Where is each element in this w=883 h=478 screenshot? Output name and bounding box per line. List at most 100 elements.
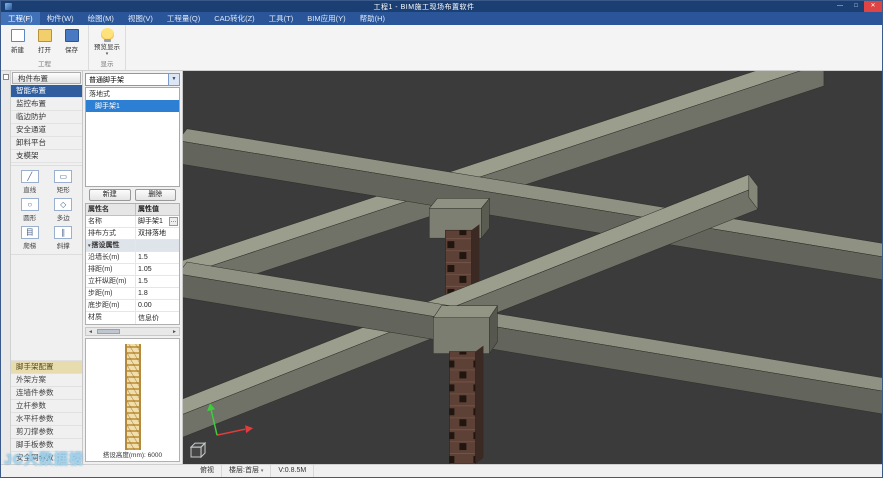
- prop-value[interactable]: 1.5: [136, 276, 179, 287]
- app-window: 工程1 - BIM施工现场布置软件 — □ ✕ 工程(F) 构件(W) 绘图(M…: [0, 0, 883, 478]
- app-icon: [5, 3, 12, 10]
- prop-value: [136, 240, 179, 251]
- sidebar-item-unloading-platform[interactable]: 卸料平台: [11, 137, 82, 150]
- table-row: 立杆纵距(m) 1.5: [86, 276, 179, 288]
- tool-ladder[interactable]: 目 爬梯: [13, 226, 47, 250]
- menu-tab-cad[interactable]: CAD转化(Z): [207, 12, 261, 25]
- prop-group-text: 搭设属性: [91, 242, 120, 249]
- table-row: 步距(m) 1.8: [86, 288, 179, 300]
- tool-brace[interactable]: ∥ 斜撑: [47, 226, 81, 250]
- ribbon: 新建 打开 保存 工程 预览显示 ▾ 显示: [1, 25, 882, 71]
- scaffold-preview-image: [124, 344, 141, 450]
- delete-item-button[interactable]: 删除: [134, 189, 176, 201]
- view-cube-icon[interactable]: [189, 441, 207, 459]
- tool-line[interactable]: ╱ 直线: [13, 170, 47, 194]
- scaffold-type-combo[interactable]: 普通脚手架 ▼: [85, 73, 180, 86]
- scaffold-preview: 搭设高度(mm): 6000: [85, 338, 180, 462]
- prop-value[interactable]: 信息价: [136, 312, 179, 324]
- list-item-scaffold1[interactable]: 脚手架1: [86, 100, 179, 112]
- prop-value[interactable]: 1.5: [136, 252, 179, 263]
- menu-tab-bim[interactable]: BIM应用(Y): [300, 12, 352, 25]
- prop-value-text: 脚手架1: [138, 218, 163, 225]
- prop-name: 排布方式: [86, 228, 136, 239]
- sidebar-item-layout[interactable]: 构件布置: [12, 72, 81, 84]
- scrollbar-thumb[interactable]: [97, 329, 120, 334]
- table-row: 排布方式 双排落地: [86, 228, 179, 240]
- window-title: 工程1 - BIM施工现场布置软件: [373, 3, 475, 11]
- menu-tab-view[interactable]: 视图(V): [121, 12, 160, 25]
- main-area: 构件布置 智能布置 监控布置 临边防护 安全通道 卸料平台 支模架 ╱ 直线 ▭…: [1, 71, 882, 464]
- save-button-label: 保存: [65, 47, 78, 54]
- menu-tab-draw[interactable]: 绘图(M): [81, 12, 121, 25]
- viewport-3d[interactable]: [183, 71, 882, 464]
- scrollbar-track[interactable]: [95, 328, 170, 335]
- scaffold-list: 落地式 脚手架1: [85, 87, 180, 187]
- param-item-cross-brace[interactable]: 剪刀撑参数: [11, 425, 82, 438]
- table-group-row[interactable]: ▾搭设属性: [86, 240, 179, 252]
- rectangle-icon: ▭: [54, 170, 73, 183]
- menu-tab-tools[interactable]: 工具(T): [262, 12, 301, 25]
- list-group-label: 落地式: [89, 91, 110, 98]
- prop-value[interactable]: 1.8: [136, 288, 179, 299]
- tool-rectangle[interactable]: ▭ 矩形: [47, 170, 81, 194]
- brace-icon: ∥: [54, 226, 73, 239]
- sidebar-item-smart-layout[interactable]: 智能布置: [11, 85, 82, 98]
- tool-polygon[interactable]: ◇ 多边: [47, 198, 81, 222]
- param-item-safety-net[interactable]: 安全网参数: [11, 451, 82, 464]
- line-icon: ╱: [20, 170, 39, 183]
- new-item-button[interactable]: 新建: [89, 189, 131, 201]
- collapsed-panel-strip[interactable]: [1, 71, 11, 464]
- open-button-label: 打开: [38, 47, 51, 54]
- preview-display-button[interactable]: 预览显示 ▾: [92, 26, 122, 58]
- circle-icon: ○: [20, 198, 39, 211]
- menu-tab-component[interactable]: 构件(W): [40, 12, 81, 25]
- panel-toggle-icon[interactable]: [2, 74, 9, 80]
- menu-tab-help[interactable]: 帮助(H): [353, 12, 392, 25]
- prop-value[interactable]: 脚手架1 …: [136, 216, 179, 227]
- maximize-button[interactable]: □: [848, 1, 864, 12]
- tool-brace-label: 斜撑: [56, 243, 70, 250]
- sidebar-item-monitor[interactable]: 监控布置: [11, 98, 82, 111]
- prop-name: 底步距(m): [86, 300, 136, 311]
- polygon-icon: ◇: [54, 198, 73, 211]
- view-mode-status[interactable]: 俯视: [193, 465, 222, 477]
- scroll-right-icon[interactable]: ►: [170, 329, 179, 335]
- param-item-horizontal-bar[interactable]: 水平杆参数: [11, 412, 82, 425]
- combo-arrow-icon[interactable]: ▼: [168, 74, 179, 85]
- param-item-plank[interactable]: 脚手板参数: [11, 438, 82, 451]
- sidebar-item-formwork[interactable]: 支模架: [11, 150, 82, 163]
- sidebar-item-edge-protection[interactable]: 临边防护: [11, 111, 82, 124]
- horizontal-scrollbar[interactable]: ◄ ►: [85, 327, 180, 336]
- status-bar: 俯视 楼层:首层 ▾ V:0.8.5M: [1, 464, 882, 477]
- prop-name: 步距(m): [86, 288, 136, 299]
- floor-selector[interactable]: 楼层:首层 ▾: [222, 465, 272, 477]
- sidebar-item-safe-passage[interactable]: 安全通道: [11, 124, 82, 137]
- property-panel: 普通脚手架 ▼ 落地式 脚手架1 新建 删除 属性名 属性值 名称 脚手架1…: [83, 71, 183, 464]
- menu-tab-quantity[interactable]: 工程量(Q): [160, 12, 207, 25]
- table-row: 排距(m) 1.05: [86, 264, 179, 276]
- tool-circle[interactable]: ○ 圆形: [13, 198, 47, 222]
- close-button[interactable]: ✕: [864, 1, 882, 12]
- new-button[interactable]: 新建: [5, 26, 30, 56]
- ellipsis-button[interactable]: …: [169, 217, 178, 226]
- expander-icon[interactable]: ▾: [88, 243, 91, 249]
- tool-line-label: 直线: [23, 187, 37, 194]
- prop-value[interactable]: 1.05: [136, 264, 179, 275]
- header-prop-value: 属性值: [138, 206, 159, 213]
- menu-bar: 工程(F) 构件(W) 绘图(M) 视图(V) 工程量(Q) CAD转化(Z) …: [1, 12, 882, 25]
- save-disk-icon: [64, 29, 79, 42]
- open-button[interactable]: 打开: [32, 26, 57, 56]
- save-button[interactable]: 保存: [59, 26, 84, 56]
- prop-value[interactable]: 0.00: [136, 300, 179, 311]
- param-item-upright[interactable]: 立杆参数: [11, 399, 82, 412]
- 3d-scene[interactable]: [183, 71, 882, 464]
- param-item-outer-scheme[interactable]: 外架方案: [11, 373, 82, 386]
- scroll-left-icon[interactable]: ◄: [86, 329, 95, 335]
- menu-tab-project[interactable]: 工程(F): [1, 12, 40, 25]
- param-item-wall-tie[interactable]: 连墙件参数: [11, 386, 82, 399]
- minimize-button[interactable]: —: [832, 1, 848, 12]
- prop-value[interactable]: 双排落地: [136, 228, 179, 239]
- title-bar: 工程1 - BIM施工现场布置软件 — □ ✕: [1, 1, 882, 12]
- param-item-scaffold-config[interactable]: 脚手架配置: [11, 360, 82, 373]
